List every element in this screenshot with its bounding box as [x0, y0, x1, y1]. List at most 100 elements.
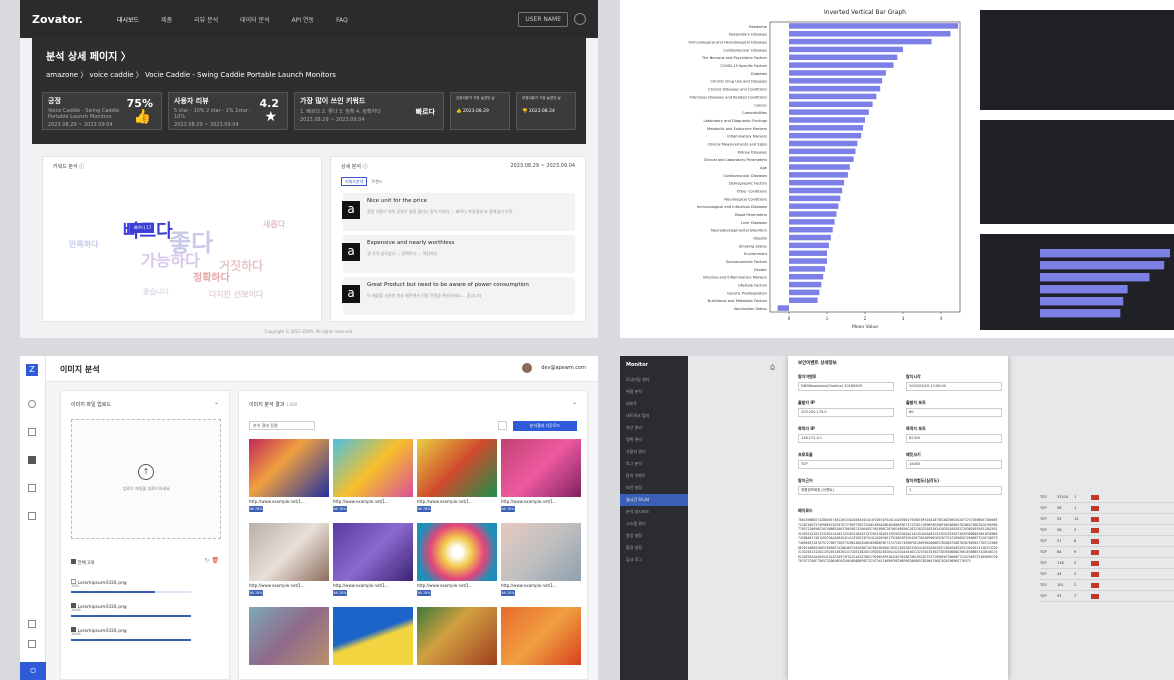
result-thumbnail[interactable] — [501, 607, 581, 665]
checkbox[interactable] — [71, 559, 76, 564]
sidebar-item[interactable]: 분석 대시보드 — [620, 506, 688, 518]
nav-item[interactable]: API 연동 — [292, 17, 314, 24]
sidebar-item[interactable]: 시스템 관리 — [620, 518, 688, 530]
nav-item[interactable]: 데이터 분석 — [240, 17, 270, 24]
result-thumbnail[interactable] — [333, 607, 413, 665]
table-row[interactable]: TCP 58 1 — [1040, 503, 1174, 514]
sidebar-item[interactable]: 정책 관리 — [620, 434, 688, 446]
table-row[interactable]: TCP 101 2 — [1040, 580, 1174, 591]
nav-item[interactable]: 제품 — [161, 17, 172, 24]
sidebar-item[interactable]: 위협 분석 — [620, 386, 688, 398]
thumbnail-url[interactable]: http://www.example.net/1... — [333, 583, 413, 588]
sidebar-item[interactable]: 감사 로그 — [620, 554, 688, 566]
result-thumbnail[interactable] — [249, 439, 329, 497]
power-icon[interactable]: ⏻ — [20, 662, 46, 680]
cloud-word[interactable]: 가능하다 — [141, 247, 200, 271]
result-thumbnail[interactable] — [333, 439, 413, 497]
sidebar-item[interactable]: 로그 분석 — [620, 458, 688, 470]
field-value[interactable]: 62345 — [906, 434, 1002, 443]
cloud-word[interactable]: 만족하다 — [69, 239, 98, 250]
sidebar-item[interactable]: 자산 관리 — [620, 422, 688, 434]
result-thumbnail[interactable] — [417, 523, 497, 581]
sidebar-item[interactable]: 모니터링 센터 — [620, 374, 688, 386]
dashboard-icon[interactable] — [28, 400, 36, 408]
image-icon[interactable] — [28, 456, 36, 464]
result-thumbnail[interactable] — [501, 439, 581, 497]
thumbnail-url[interactable]: http://www.example.net/1... — [249, 583, 329, 588]
table-row[interactable]: TCP 44 3 — [1040, 569, 1174, 580]
table-row[interactable]: TCP 93 7 — [1040, 591, 1174, 602]
table-row[interactable]: TCP 56 3 — [1040, 525, 1174, 536]
thumbnail-url[interactable]: http://www.example.net/1... — [249, 499, 329, 504]
users-icon[interactable] — [28, 640, 36, 648]
file-row[interactable]: Loremipsum4334.png 100% — [71, 627, 221, 641]
table-row[interactable]: TCP 32524 1 — [1040, 492, 1174, 503]
table-row[interactable]: TCP 55 12 — [1040, 514, 1174, 525]
refresh-icon[interactable]: ↻ — [204, 557, 209, 564]
file-row[interactable]: Loremipsum4334.png 70% — [71, 579, 221, 593]
sidebar-item[interactable]: 네트워크 탐지 — [620, 410, 688, 422]
table-row[interactable]: TCP 84 9 — [1040, 547, 1174, 558]
result-thumbnail[interactable] — [249, 523, 329, 581]
back-icon[interactable]: ⎙ — [770, 364, 775, 372]
chevron-down-icon[interactable]: ⌄ — [572, 399, 577, 406]
cloud-word[interactable]: 다지인 선보이다 — [209, 289, 263, 300]
result-thumbnail[interactable] — [417, 607, 497, 665]
chevron-down-icon[interactable]: ⌄ — [214, 399, 219, 406]
sidebar-item[interactable]: 리포트 — [620, 398, 688, 410]
logout-icon[interactable] — [574, 13, 586, 25]
thumbnail-url[interactable]: http://www.example.net/1... — [501, 499, 581, 504]
field-value[interactable]: 위협정보매칭 (이벤트) — [798, 486, 894, 495]
field-value[interactable]: 203.250.179.0 — [798, 408, 894, 417]
review-item[interactable]: a Great Product but need to be aware of … — [342, 277, 575, 315]
nav-item[interactable]: FAQ — [336, 17, 348, 24]
brand[interactable]: Monitor — [620, 356, 688, 374]
document-icon[interactable] — [28, 428, 36, 436]
sort-select[interactable]: 분석 결과 정렬 — [249, 421, 315, 430]
filter-icon[interactable] — [498, 421, 507, 430]
result-thumbnail[interactable] — [501, 523, 581, 581]
nav-item[interactable]: 대시보드 — [117, 17, 139, 24]
sidebar-item[interactable]: 실시간 모니터 — [620, 494, 688, 506]
sidebar-item[interactable]: 탐지 이벤트 — [620, 470, 688, 482]
sidebar-item[interactable]: 환경 설정 — [620, 542, 688, 554]
table-row[interactable]: TCP 118 5 — [1040, 558, 1174, 569]
table-row[interactable]: TCP 57 8 — [1040, 536, 1174, 547]
thumbnail-url[interactable]: http://www.example.net/1... — [417, 583, 497, 588]
cloud-word[interactable]: 좋습니다 — [143, 287, 169, 297]
field-value[interactable]: 15000 — [906, 460, 1002, 469]
avatar[interactable] — [522, 363, 532, 373]
date-range[interactable]: 2023.08.29 ~ 2023.09.04 — [510, 163, 575, 169]
field-value[interactable]: TCP — [798, 460, 894, 469]
nav-item[interactable]: 리뷰 분석 — [194, 17, 218, 24]
file-row[interactable]: Loremipsum4334.png 100% — [71, 603, 221, 617]
sidebar-item[interactable]: 보안 설정 — [620, 482, 688, 494]
tab-keyword[interactable]: 키워드분석 — [341, 177, 368, 186]
field-value[interactable]: 80 — [906, 408, 1002, 417]
sidebar-item[interactable]: 알림 설정 — [620, 530, 688, 542]
user-email[interactable]: dev@apewm.com — [541, 365, 586, 371]
app-logo[interactable]: Zovator. — [32, 13, 83, 26]
cloud-word[interactable]: 새롭다 — [263, 219, 285, 230]
field-value[interactable]: DNSResolution(Oneline) 20180909 — [798, 382, 894, 391]
review-item[interactable]: a Expensive and nearly worthless 생 가격 쓸모… — [342, 235, 575, 273]
help-icon[interactable]: ⓘ — [363, 164, 368, 170]
field-value[interactable]: 1 — [906, 486, 1002, 495]
app-logo-icon[interactable]: Z — [26, 364, 38, 376]
thumbnail-url[interactable]: http://www.example.net/1... — [501, 583, 581, 588]
review-item[interactable]: a Nice unit for the price 정말 사용이 쉬워 공항이 … — [342, 193, 575, 231]
result-thumbnail[interactable] — [333, 523, 413, 581]
cloud-word[interactable]: 거짓하다 — [219, 257, 263, 274]
tab-trend[interactable]: 트렌드 — [369, 178, 386, 185]
result-thumbnail[interactable] — [417, 439, 497, 497]
field-value[interactable]: 2023/03/20 13:00:00 — [906, 382, 1002, 391]
result-thumbnail[interactable] — [249, 607, 329, 665]
thumbnail-url[interactable]: http://www.example.net/1... — [417, 499, 497, 504]
sidebar-item[interactable]: 사용자 관리 — [620, 446, 688, 458]
user-menu-button[interactable]: USER NAME — [518, 11, 568, 27]
download-button[interactable]: 분석결과 다운로드 — [513, 421, 577, 431]
delete-icon[interactable]: 🗑 — [211, 557, 219, 564]
settings-icon[interactable] — [28, 512, 36, 520]
thumbnail-url[interactable]: http://www.example.net/1... — [333, 499, 413, 504]
folder-icon[interactable] — [28, 484, 36, 492]
